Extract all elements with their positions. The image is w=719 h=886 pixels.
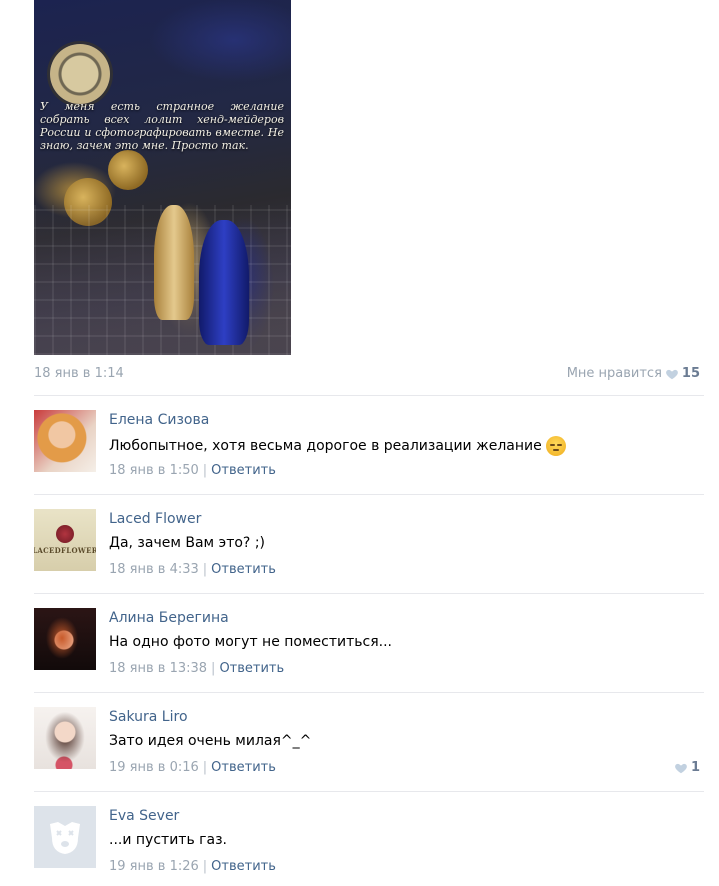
comment-item: LACEDFLOWER Laced Flower Да, зачем Вам э… [34, 509, 704, 589]
comment-text: Зато идея очень милая^_^ [109, 733, 312, 749]
comment-time[interactable]: 18 янв в 1:50 [109, 463, 199, 478]
reply-button[interactable]: Ответить [219, 661, 284, 676]
comment-time[interactable]: 18 янв в 13:38 [109, 661, 207, 676]
comment-text-row: Зато идея очень милая^_^ [109, 733, 311, 749]
comment-author[interactable]: Laced Flower [109, 511, 201, 527]
reply-button[interactable]: Ответить [211, 859, 276, 874]
separator: | [202, 562, 208, 577]
gold-tassel [154, 205, 194, 320]
post-photo[interactable]: У меня есть странное желание собрать все… [34, 0, 291, 355]
divider [34, 791, 704, 792]
comment-text-row: Любопытное, хотя весьма дорогое в реализ… [109, 436, 566, 456]
comment-time[interactable]: 19 янв в 0:16 [109, 760, 199, 775]
avatar[interactable] [34, 806, 96, 868]
reply-button[interactable]: Ответить [211, 463, 276, 478]
comment-text-row: Да, зачем Вам это? ;) [109, 535, 265, 551]
comment-text: Да, зачем Вам это? ;) [109, 535, 265, 551]
comment-text: ...и пустить газ. [109, 832, 227, 848]
comment-time[interactable]: 18 янв в 4:33 [109, 562, 199, 577]
avatar[interactable] [34, 410, 96, 472]
comment-meta: 19 янв в 1:26 | Ответить [109, 859, 276, 874]
comment-item: Sakura Liro Зато идея очень милая^_^ 19 … [34, 707, 704, 787]
avatar[interactable] [34, 707, 96, 769]
comment-meta: 18 янв в 1:50 | Ответить [109, 463, 276, 478]
divider [34, 494, 704, 495]
comment-author[interactable]: Алина Берегина [109, 610, 229, 626]
post-like-button[interactable]: Мне нравится 15 [567, 366, 700, 381]
separator: | [211, 661, 216, 676]
comment-like-count: 1 [690, 760, 700, 775]
separator: | [202, 859, 208, 874]
rose-icon [56, 525, 74, 543]
default-avatar-dog-icon [50, 822, 80, 854]
post-footer: 18 янв в 1:14 Мне нравится 15 [34, 364, 700, 384]
like-count: 15 [681, 366, 700, 381]
comment-text-row: ...и пустить газ. [109, 832, 227, 848]
avatar[interactable] [34, 608, 96, 670]
photo-caption: У меня есть странное желание собрать все… [40, 100, 284, 152]
comment-text-row: На одно фото могут не поместиться... [109, 634, 392, 650]
medal-decoration [50, 44, 110, 104]
reply-button[interactable]: Ответить [211, 760, 276, 775]
like-label: Мне нравится [566, 366, 662, 381]
avatar-logo-text: LACEDFLOWER [34, 546, 96, 555]
comment-text: На одно фото могут не поместиться... [109, 634, 392, 650]
divider [34, 593, 704, 594]
separator: | [202, 463, 208, 478]
avatar[interactable]: LACEDFLOWER [34, 509, 96, 571]
separator: | [202, 760, 208, 775]
pensive-face-icon [545, 436, 566, 456]
reply-button[interactable]: Ответить [211, 562, 276, 577]
comment-time[interactable]: 19 янв в 1:26 [109, 859, 199, 874]
comment-item: Алина Берегина На одно фото могут не пом… [34, 608, 704, 688]
divider [34, 395, 704, 396]
comment-meta: 18 янв в 13:38 | Ответить [109, 661, 284, 676]
comment-author[interactable]: Eva Sever [109, 808, 179, 824]
comment-meta: 18 янв в 4:33 | Ответить [109, 562, 276, 577]
comment-meta: 19 янв в 0:16 | Ответить [109, 760, 276, 775]
comment-author[interactable]: Sakura Liro [109, 709, 188, 725]
post-date[interactable]: 18 янв в 1:14 [34, 366, 124, 381]
comment-text: Любопытное, хотя весьма дорогое в реализ… [109, 438, 542, 454]
heart-icon [666, 369, 678, 379]
comment-item: Eva Sever ...и пустить газ. 19 янв в 1:2… [34, 806, 704, 886]
comment-item: Елена Сизова Любопытное, хотя весьма дор… [34, 410, 704, 490]
divider [34, 692, 704, 693]
coin-decoration [108, 150, 148, 190]
heart-icon [675, 763, 687, 773]
comment-like-button[interactable]: 1 [671, 760, 700, 775]
comment-author[interactable]: Елена Сизова [109, 412, 209, 428]
blue-tassel [199, 220, 249, 345]
